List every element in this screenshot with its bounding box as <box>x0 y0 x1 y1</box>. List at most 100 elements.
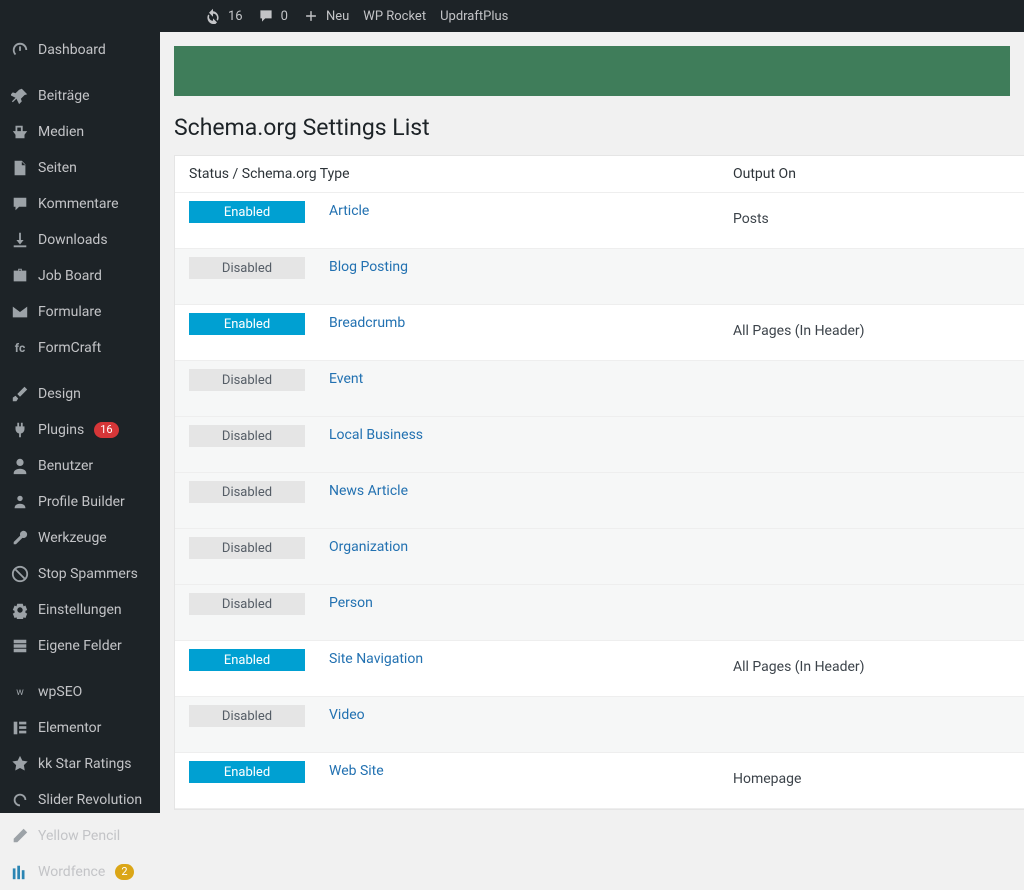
fc-icon: fc <box>10 338 30 358</box>
sidebar-item-label: Downloads <box>38 232 108 248</box>
schema-type-link[interactable]: Video <box>329 705 365 723</box>
sidebar-item-plugins[interactable]: Plugins16 <box>0 412 160 448</box>
schema-row: Disabled Organization <box>175 529 1024 585</box>
admin-sidebar: Dashboard Beiträge Medien SeitenKommentare D… <box>0 0 160 813</box>
sidebar-item-design[interactable]: Design <box>0 376 160 412</box>
new-link[interactable]: Neu <box>302 7 349 25</box>
schema-type-link[interactable]: Local Business <box>329 425 423 443</box>
schema-row: EnabledArticlePosts <box>175 193 1024 249</box>
sidebar-separator <box>0 68 160 78</box>
admin-notice <box>174 46 1010 96</box>
revolve-icon <box>10 790 30 810</box>
col-status-type: Status / Schema.org Type <box>175 156 723 192</box>
schema-type-link[interactable]: Organization <box>329 537 408 555</box>
sidebar-item-label: Beiträge <box>38 88 90 104</box>
sidebar-item-profile-builder[interactable]: Profile Builder <box>0 484 160 520</box>
profile-icon <box>10 492 30 512</box>
brush-icon <box>10 384 30 404</box>
output-on-cell <box>723 585 1024 640</box>
sidebar-item-downloads[interactable]: Downloads <box>0 222 160 258</box>
sidebar-separator <box>0 366 160 376</box>
status-badge: Disabled <box>189 537 305 559</box>
schema-type-link[interactable]: Article <box>329 201 369 219</box>
schema-type-link[interactable]: Blog Posting <box>329 257 408 275</box>
sidebar-item-einstellungen[interactable]: Einstellungen <box>0 592 160 628</box>
status-badge: Disabled <box>189 481 305 503</box>
sidebar-item-label: FormCraft <box>38 340 101 356</box>
sidebar-item-beiträge[interactable]: Beiträge <box>0 78 160 114</box>
sidebar-item-stop-spammers[interactable]: Stop Spammers <box>0 556 160 592</box>
page-title: Schema.org Settings List <box>174 114 1010 141</box>
star-icon <box>10 754 30 774</box>
sidebar-item-label: Werkzeuge <box>38 530 107 546</box>
output-on-cell: All Pages (In Header) <box>723 305 1024 360</box>
sidebar-item-label: Design <box>38 386 81 402</box>
content-area: Schema.org Settings List Status / Schema… <box>160 32 1024 813</box>
sidebar-badge: 16 <box>94 422 118 438</box>
sidebar-item-yellow-pencil[interactable]: Yellow Pencil <box>0 818 160 854</box>
sidebar-item-label: kk Star Ratings <box>38 756 131 772</box>
sidebar-item-job-board[interactable]: Job Board <box>0 258 160 294</box>
sidebar-item-label: Job Board <box>38 268 102 284</box>
refresh-icon <box>204 7 222 25</box>
status-badge: Disabled <box>189 257 305 279</box>
sidebar-item-kk-star-ratings[interactable]: kk Star Ratings <box>0 746 160 782</box>
status-badge: Disabled <box>189 425 305 447</box>
schema-type-link[interactable]: Breadcrumb <box>329 313 405 331</box>
comments-link[interactable]: 0 <box>257 7 288 25</box>
schema-type-link[interactable]: Person <box>329 593 373 611</box>
status-badge: Disabled <box>189 593 305 615</box>
output-on-cell <box>723 529 1024 584</box>
comment-icon <box>10 194 30 214</box>
output-on-cell: Homepage <box>723 753 1024 808</box>
seo-icon: w <box>10 682 30 702</box>
stop-icon <box>10 564 30 584</box>
sidebar-badge: 2 <box>115 864 133 880</box>
output-on-cell <box>723 249 1024 304</box>
sidebar-item-wpseo[interactable]: wwpSEO <box>0 674 160 710</box>
dashboard-icon <box>10 40 30 60</box>
schema-row: Disabled Local Business <box>175 417 1024 473</box>
updates-count: 16 <box>228 9 243 24</box>
new-label: Neu <box>326 9 349 24</box>
schema-type-link[interactable]: Web Site <box>329 761 384 779</box>
output-on-cell <box>723 361 1024 416</box>
adminbar-item-wprocket[interactable]: WP Rocket <box>363 9 426 24</box>
sidebar-item-medien[interactable]: Medien <box>0 114 160 150</box>
output-on-cell <box>723 473 1024 528</box>
sidebar-item-label: Medien <box>38 124 84 140</box>
sidebar-item-benutzer[interactable]: Benutzer <box>0 448 160 484</box>
status-badge: Disabled <box>189 369 305 391</box>
sidebar-item-formcraft[interactable]: fc FormCraft <box>0 330 160 366</box>
schema-type-link[interactable]: News Article <box>329 481 408 499</box>
sidebar-item-elementor[interactable]: Elementor <box>0 710 160 746</box>
schema-type-link[interactable]: Site Navigation <box>329 649 423 667</box>
settings-icon <box>10 600 30 620</box>
sidebar-separator <box>0 664 160 674</box>
user-icon <box>10 456 30 476</box>
sidebar-item-label: Slider Revolution <box>38 792 142 808</box>
schema-row: Disabled Blog Posting <box>175 249 1024 305</box>
fields-icon <box>10 636 30 656</box>
col-output: Output On <box>723 156 1024 192</box>
status-badge: Disabled <box>189 705 305 727</box>
schema-list: Status / Schema.org Type Output On Enabl… <box>174 155 1024 810</box>
updates-link[interactable]: 16 <box>204 7 243 25</box>
sidebar-item-werkzeuge[interactable]: Werkzeuge <box>0 520 160 556</box>
sidebar-item-seiten[interactable]: Seiten <box>0 150 160 186</box>
sidebar-item-dashboard[interactable]: Dashboard <box>0 32 160 68</box>
sidebar-item-label: Stop Spammers <box>38 566 138 582</box>
sidebar-item-label: Wordfence <box>38 864 105 880</box>
mail-icon <box>10 302 30 322</box>
sidebar-item-formulare[interactable]: Formulare <box>0 294 160 330</box>
elementor-icon <box>10 718 30 738</box>
briefcase-icon <box>10 266 30 286</box>
schema-row: Disabled News Article <box>175 473 1024 529</box>
list-header: Status / Schema.org Type Output On <box>175 156 1024 193</box>
sidebar-item-wordfence[interactable]: Wordfence 2 <box>0 854 160 890</box>
sidebar-item-kommentare[interactable]: Kommentare <box>0 186 160 222</box>
status-badge: Enabled <box>189 313 305 335</box>
adminbar-item-updraft[interactable]: UpdraftPlus <box>440 9 508 24</box>
sidebar-item-eigene-felder[interactable]: Eigene Felder <box>0 628 160 664</box>
schema-type-link[interactable]: Event <box>329 369 363 387</box>
